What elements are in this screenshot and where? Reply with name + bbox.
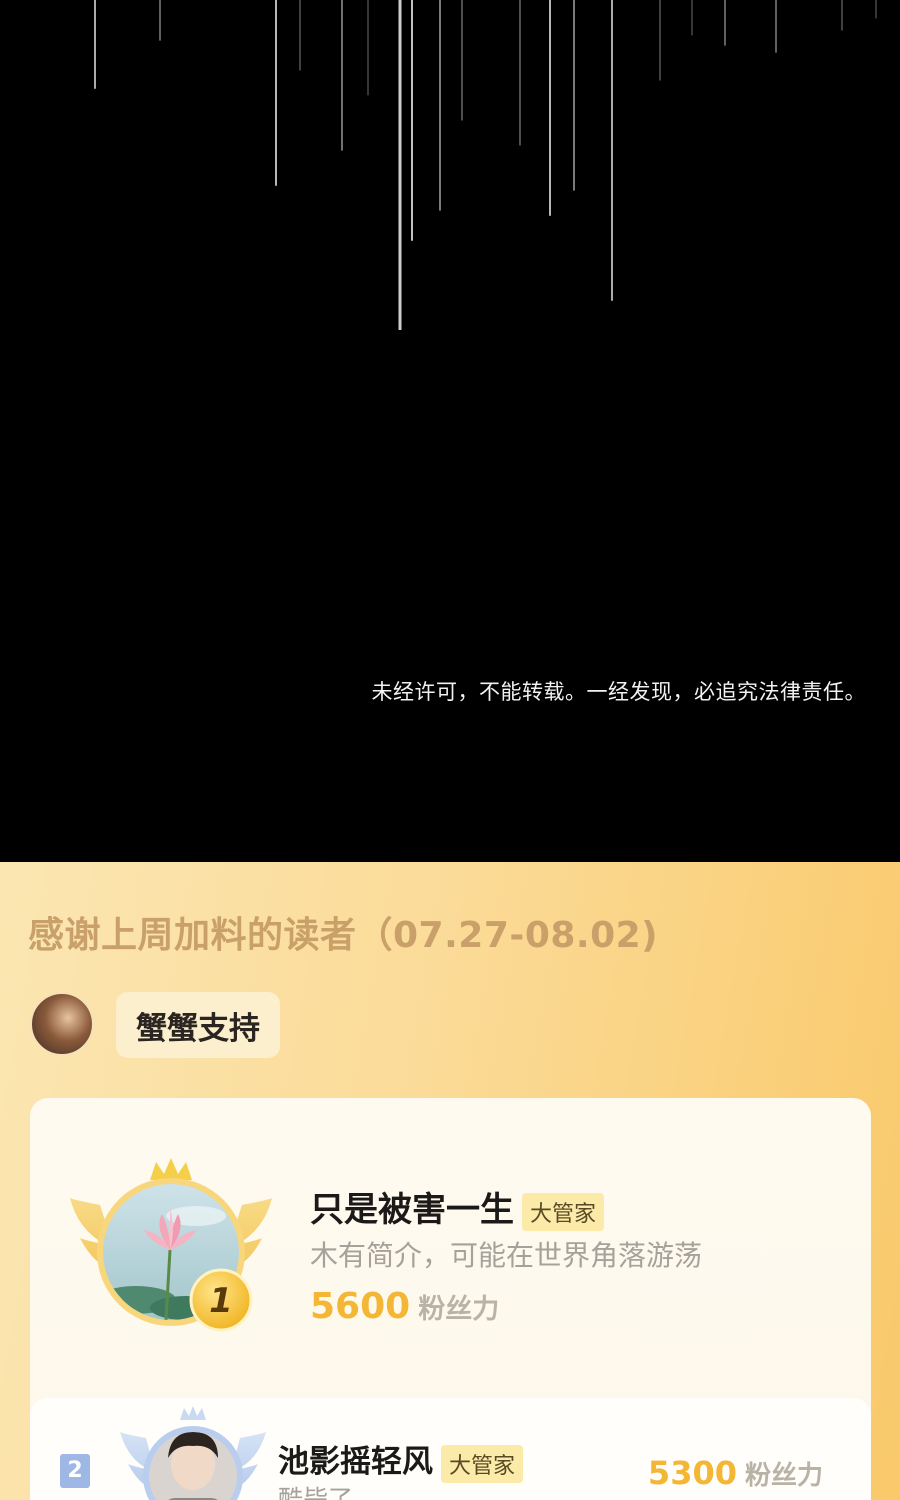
rank-1-role-tag: 大管家 — [522, 1192, 605, 1231]
author-avatar[interactable] — [30, 992, 94, 1056]
comic-panel: 未经许可，不能转载。一经发现，必追究法律责任。 — [0, 0, 900, 862]
crown-icon — [180, 1406, 206, 1420]
rank-2-fan-power-unit: 粉丝力 — [744, 1461, 823, 1491]
section-title: 感谢上周加料的读者（07.27-08.02) — [28, 915, 659, 956]
speed-lines-illustration — [94, 0, 877, 330]
rank-1-avatar-badge[interactable]: 1 — [66, 1150, 276, 1340]
rank-1-username-text: 只是被害一生 — [310, 1190, 514, 1230]
rank-2-fan-power: 5300 粉丝力 — [648, 1454, 823, 1492]
rank-2-username[interactable]: 池影摇轻风 大管家 — [278, 1436, 524, 1483]
copyright-notice: 未经许可，不能转载。一经发现，必追究法律责任。 — [371, 680, 866, 704]
rank-1-username[interactable]: 只是被害一生 大管家 — [310, 1182, 605, 1231]
fan-rank-2-entry[interactable]: 2 池影摇轻风 大管家 酷毙了 5300 粉丝力 — [30, 1398, 871, 1500]
rank-1-bio: 木有简介，可能在世界角落游荡 — [310, 1239, 703, 1272]
fan-ranking-card: 1 只是被害一生 大管家 木有简介，可能在世界角落游荡 5600 粉丝力 2 池… — [30, 1098, 871, 1500]
rank-2-role-tag: 大管家 — [441, 1444, 524, 1483]
rank-2-number-badge: 2 — [60, 1454, 90, 1488]
rank-1-fan-power-unit: 粉丝力 — [418, 1294, 500, 1325]
weekly-supporters-section: 感谢上周加料的读者（07.27-08.02) 蟹蟹支持 1 只是被害一生 大管家… — [0, 862, 900, 1500]
crown-icon — [150, 1158, 192, 1180]
rank-1-fan-power: 5600 粉丝力 — [310, 1286, 499, 1327]
rank-2-bio: 酷毙了 — [278, 1485, 354, 1500]
rank-2-username-text: 池影摇轻风 — [278, 1444, 433, 1480]
rank-2-avatar-badge[interactable] — [118, 1406, 268, 1500]
rank-1-fan-power-value: 5600 — [310, 1286, 411, 1327]
svg-text:1: 1 — [209, 1281, 233, 1321]
rank-2-fan-power-value: 5300 — [647, 1454, 737, 1492]
fan-rank-1-entry[interactable]: 1 只是被害一生 大管家 木有简介，可能在世界角落游荡 5600 粉丝力 — [30, 1098, 871, 1368]
author-thanks-bubble: 蟹蟹支持 — [116, 992, 280, 1058]
